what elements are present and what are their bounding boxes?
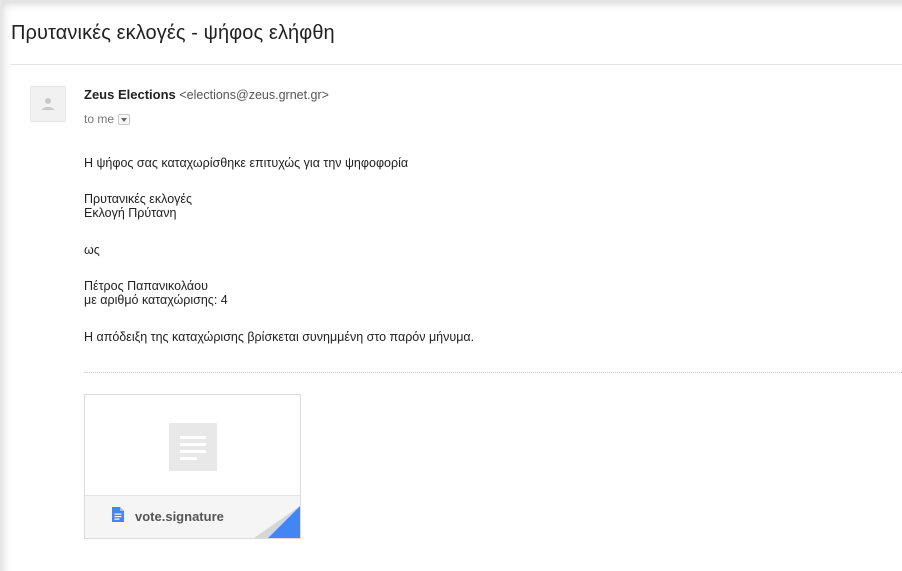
show-details-dropdown-icon[interactable] <box>118 113 131 125</box>
body-registration-number: με αριθμό καταχώρισης: 4 <box>84 293 228 307</box>
body-election-name: Πρυτανικές εκλογές <box>84 192 192 206</box>
attachment-preview[interactable] <box>85 395 300 498</box>
sender-avatar[interactable] <box>30 86 66 122</box>
sender-name[interactable]: Zeus Elections <box>84 87 176 102</box>
body-voter-name: Πέτρος Παπανικολάου <box>84 279 208 293</box>
sender-address: <elections@zeus.grnet.gr> <box>179 88 329 102</box>
document-preview-icon <box>169 423 217 471</box>
body-receipt-note: Η απόδειξη της καταχώρισης βρίσκεται συν… <box>84 330 475 344</box>
person-icon <box>42 98 54 110</box>
attachment-card[interactable]: vote.signature <box>84 394 301 539</box>
email-view: Πρυτανικές εκλογές - ψήφος ελήφθη Zeus E… <box>0 0 902 571</box>
subject-divider <box>10 64 902 65</box>
sender-line: Zeus Elections <elections@zeus.grnet.gr> <box>84 87 329 102</box>
attachments-divider <box>84 372 902 373</box>
body-as-label: ως <box>84 243 100 257</box>
attachment-file-name: vote.signature <box>135 509 224 524</box>
recipient-line: to me <box>84 112 131 126</box>
body-line-confirmation: Η ψήφος σας καταχωρίσθηκε επιτυχώς για τ… <box>84 156 409 170</box>
email-subject: Πρυτανικές εκλογές - ψήφος ελήφθη <box>11 22 335 44</box>
recipient-label: to me <box>84 112 115 126</box>
document-icon <box>112 507 124 522</box>
attachment-corner-fold-icon <box>254 506 300 538</box>
body-poll-name: Εκλογή Πρύτανη <box>84 206 177 220</box>
